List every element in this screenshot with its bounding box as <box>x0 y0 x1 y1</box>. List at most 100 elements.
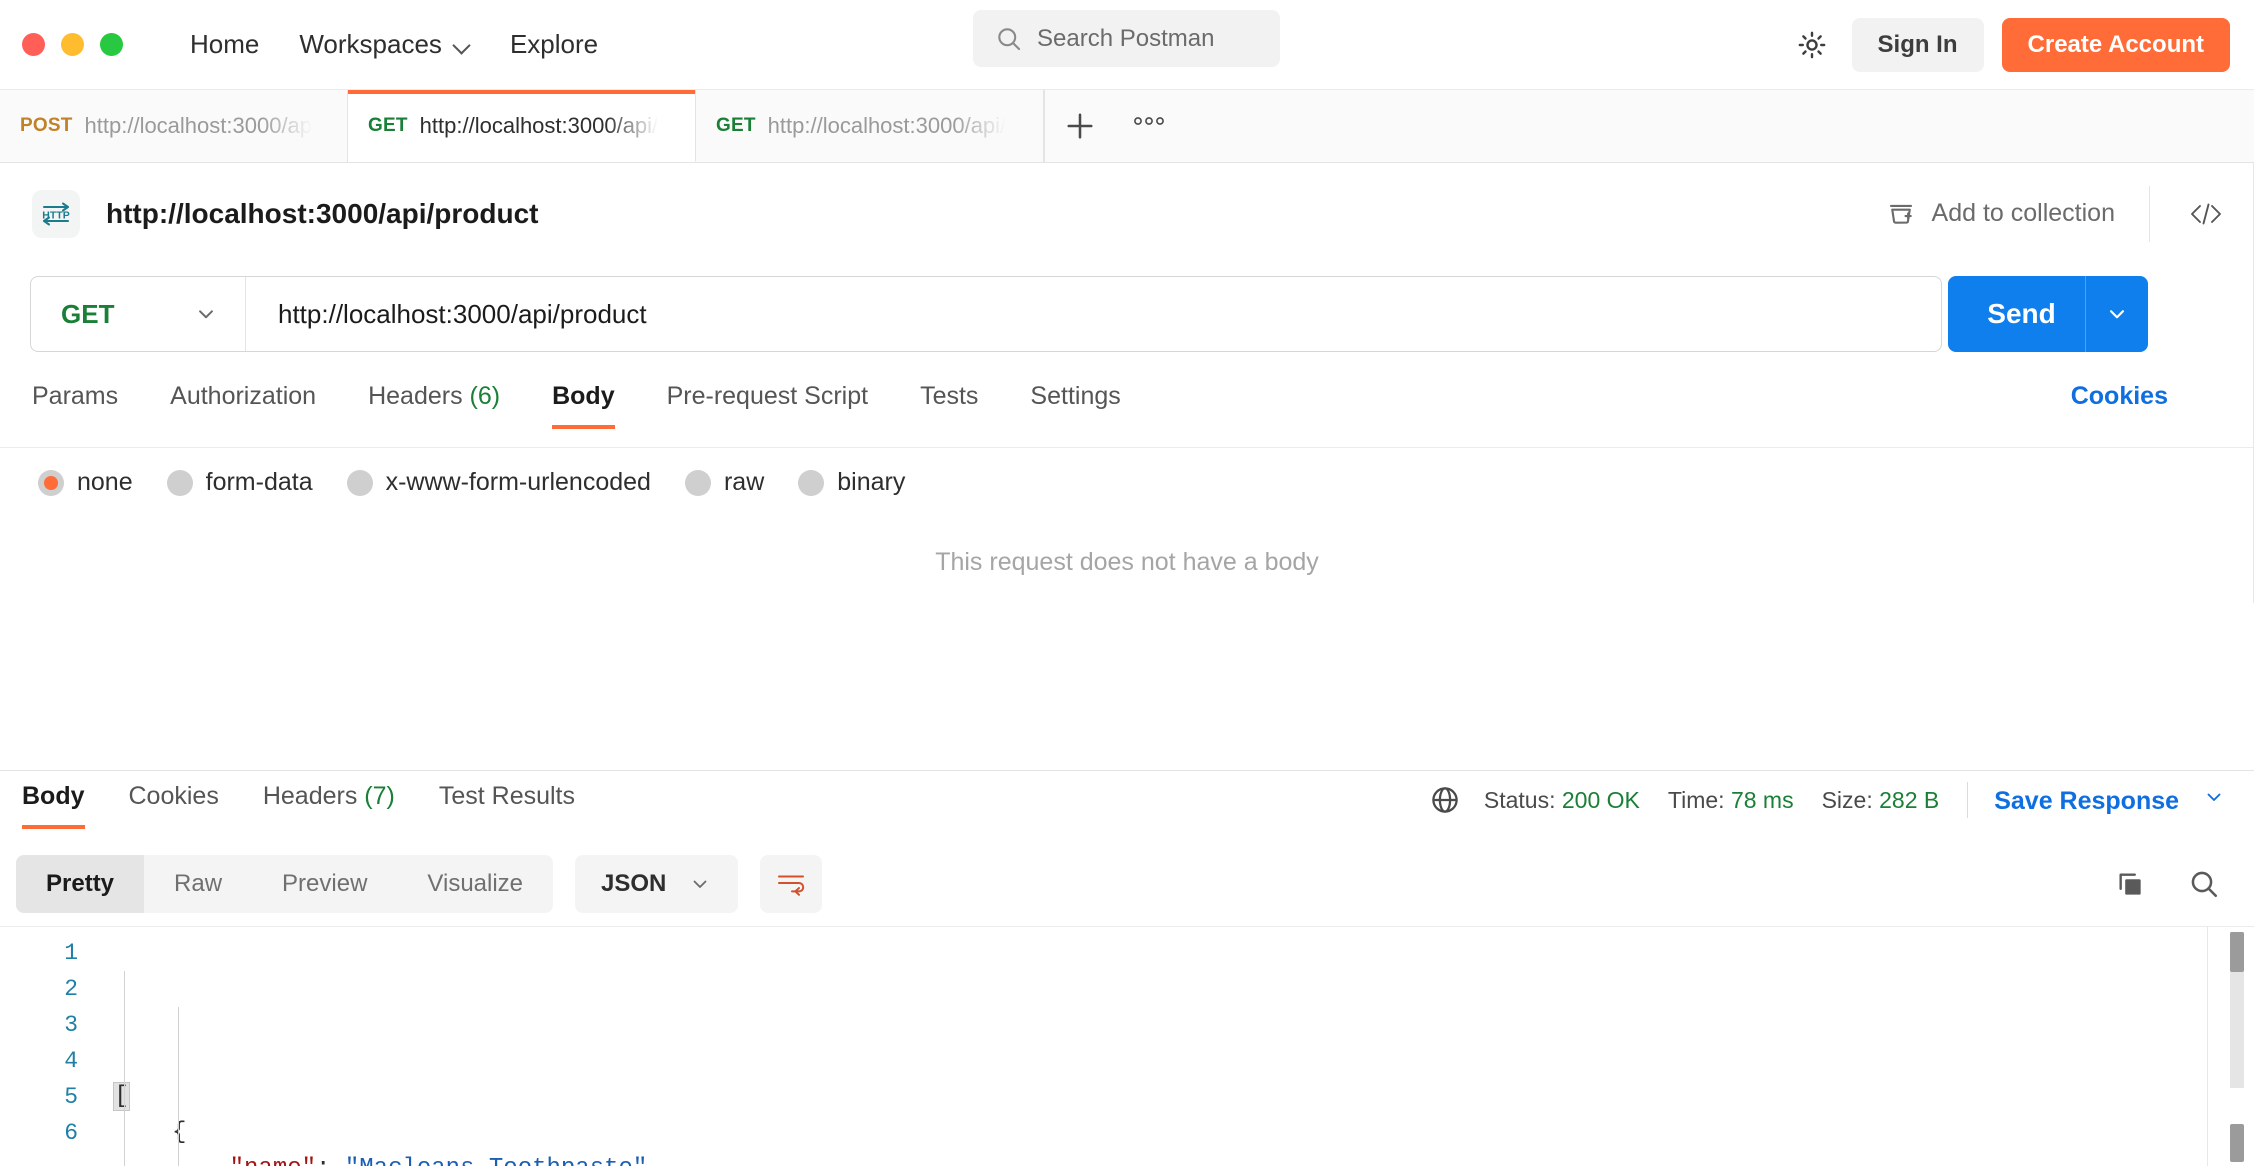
sign-in-label: Sign In <box>1877 31 1958 58</box>
cookies-link[interactable]: Cookies <box>2071 382 2168 411</box>
request-tab-1[interactable]: GET http://localhost:3000/api/ <box>348 90 696 162</box>
request-tab-method: GET <box>368 114 408 136</box>
search-icon <box>2191 871 2217 897</box>
view-pretty[interactable]: Pretty <box>16 855 145 913</box>
send-button[interactable]: Send <box>1948 298 2085 330</box>
view-preview[interactable]: Preview <box>252 855 397 913</box>
tab-headers[interactable]: Headers (6) <box>342 382 526 429</box>
minimize-window-button[interactable] <box>61 33 84 56</box>
body-type-label: form-data <box>205 468 313 496</box>
segment-label: Pretty <box>46 870 115 897</box>
search-input[interactable]: Search Postman <box>973 10 1280 67</box>
code-line: [ <box>100 1079 2254 1115</box>
code-token: : <box>316 1155 345 1166</box>
tab-label: Headers <box>368 382 463 410</box>
code-snippet-button[interactable] <box>2149 185 2226 242</box>
radio-icon <box>798 469 825 496</box>
request-tab-0[interactable]: POST http://localhost:3000/ap <box>0 90 348 162</box>
chevron-down-icon <box>693 880 707 888</box>
tab-label: Headers <box>262 782 358 810</box>
body-type-urlencoded[interactable]: x-www-form-urlencoded <box>346 468 651 497</box>
create-account-button[interactable]: Create Account <box>2001 18 2230 72</box>
tab-options-button[interactable] <box>1114 90 1184 162</box>
body-type-form-data[interactable]: form-data <box>166 468 313 497</box>
save-response-label: Save Response <box>1994 786 2180 815</box>
segment-label: Raw <box>174 870 223 897</box>
radio-icon <box>684 469 711 496</box>
response-view-segmented: Pretty Raw Preview Visualize <box>16 855 554 913</box>
add-to-collection-label: Add to collection <box>1931 199 2115 227</box>
body-type-label: binary <box>837 468 906 496</box>
code-line: { <box>100 1115 2254 1151</box>
send-options-button[interactable] <box>2086 301 2148 327</box>
code-token: "Macleans Toothpaste" <box>345 1155 647 1166</box>
nav-item-home[interactable]: Home <box>170 23 279 66</box>
tab-label: Authorization <box>170 382 317 410</box>
tab-body[interactable]: Body <box>526 382 641 429</box>
response-tab-body[interactable]: Body <box>0 782 107 829</box>
pane-splitter[interactable] <box>0 770 2254 771</box>
globe-icon <box>1432 787 1458 813</box>
response-body-tools <box>2108 850 2226 918</box>
response-tab-headers[interactable]: Headers (7) <box>241 782 417 829</box>
code-token: { <box>172 1119 187 1146</box>
copy-button[interactable] <box>2108 862 2152 906</box>
line-number: 6 <box>64 1120 78 1146</box>
code-scrollbar[interactable] <box>2230 932 2244 1164</box>
word-wrap-button[interactable] <box>760 855 823 913</box>
plus-icon <box>1066 113 1093 139</box>
body-type-binary[interactable]: binary <box>798 468 905 497</box>
code-snippet-icon <box>2191 203 2221 224</box>
tab-authorization[interactable]: Authorization <box>144 382 342 429</box>
header-actions: Sign In Create Account <box>1790 0 2230 90</box>
close-window-button[interactable] <box>22 33 45 56</box>
search-body-button[interactable] <box>2182 862 2226 906</box>
empty-body-message: This request does not have a body <box>935 548 1319 576</box>
settings-button[interactable] <box>1790 23 1834 67</box>
json-code-content[interactable]: [ { "name": "Macleans Toothpaste", "quan… <box>100 927 2254 1166</box>
request-tab-2[interactable]: GET http://localhost:3000/api/ <box>696 90 1044 162</box>
nav-item-workspaces[interactable]: Workspaces <box>279 23 490 66</box>
status-value: 200 OK <box>1561 786 1640 813</box>
add-to-collection-button[interactable]: Add to collection <box>1886 199 2115 229</box>
sign-in-button[interactable]: Sign In <box>1851 18 1984 72</box>
nav-item-explore[interactable]: Explore <box>490 23 618 66</box>
search-placeholder: Search Postman <box>1037 24 1215 52</box>
save-response-button[interactable]: Save Response <box>1994 785 2226 816</box>
request-tab-method: GET <box>716 115 756 136</box>
scrollbar-marker[interactable] <box>2230 1124 2244 1162</box>
view-raw[interactable]: Raw <box>144 855 252 913</box>
line-number: 3 <box>64 1012 78 1038</box>
search-icon <box>998 27 1021 50</box>
body-type-raw[interactable]: raw <box>684 468 764 497</box>
method-select[interactable]: GET <box>31 277 246 351</box>
globe-button[interactable] <box>1428 783 1462 817</box>
tab-count: (7) <box>364 782 395 810</box>
new-tab-button[interactable] <box>1044 90 1114 162</box>
tab-label: Body <box>22 782 85 810</box>
status-label: Status: <box>1483 786 1556 813</box>
request-header-row: HTTP http://localhost:3000/api/product A… <box>0 163 2254 264</box>
response-format-select[interactable]: JSON <box>575 855 739 913</box>
fold-guide <box>124 971 125 1166</box>
nav-item-label: Explore <box>509 29 599 59</box>
app-header: Home Workspaces Explore Search Postman S… <box>0 0 2254 90</box>
response-tab-test-results[interactable]: Test Results <box>417 782 597 829</box>
segment-label: Preview <box>282 870 368 897</box>
line-number: 4 <box>64 1048 78 1074</box>
tab-tests[interactable]: Tests <box>894 382 1004 429</box>
response-body-toolbar: Pretty Raw Preview Visualize JSON <box>0 850 2254 918</box>
time-label: Time: <box>1667 786 1725 813</box>
tab-settings[interactable]: Settings <box>1004 382 1146 429</box>
scrollbar-thumb[interactable] <box>2230 932 2244 972</box>
tab-params[interactable]: Params <box>6 382 144 429</box>
nav-item-label: Workspaces <box>299 29 442 59</box>
response-body-code-view[interactable]: 1 2 3 4 5 6 [ { "name": "Macleans Toothpaste"… <box>0 926 2254 1166</box>
url-input[interactable]: http://localhost:3000/api/product <box>246 299 1941 330</box>
line-number: 2 <box>64 976 78 1002</box>
body-type-none[interactable]: none <box>38 468 133 497</box>
tab-pre-request-script[interactable]: Pre-request Script <box>641 382 894 429</box>
view-visualize[interactable]: Visualize <box>397 855 553 913</box>
response-tab-cookies[interactable]: Cookies <box>107 782 241 829</box>
zoom-window-button[interactable] <box>100 33 123 56</box>
